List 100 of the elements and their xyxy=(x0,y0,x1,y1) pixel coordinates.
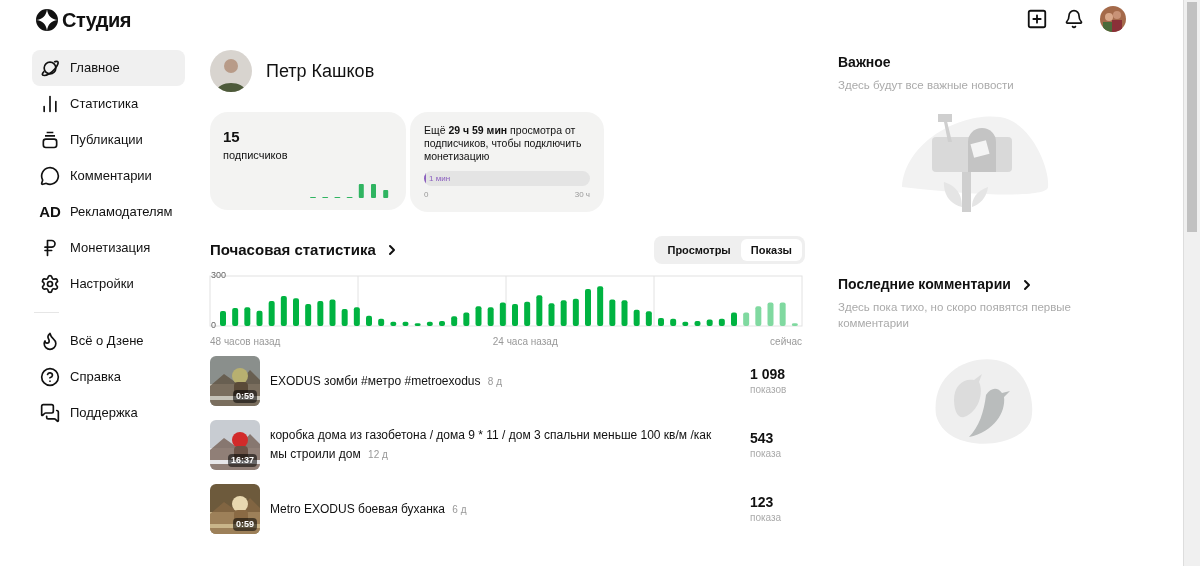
impressions-count: 1 098 xyxy=(750,365,787,382)
logo-icon xyxy=(36,9,58,31)
chart-bar xyxy=(621,300,628,326)
chart-bar xyxy=(755,306,762,326)
chart-bar xyxy=(512,304,518,326)
chart-bar xyxy=(451,316,458,326)
impressions-count: 543 xyxy=(750,429,775,446)
planet-icon xyxy=(40,58,60,78)
axis-label: 24 часа назад xyxy=(492,335,558,349)
chart-bar xyxy=(585,289,591,326)
segment-tab[interactable]: Просмотры xyxy=(657,239,741,261)
chart-bar xyxy=(767,302,774,326)
chart-bar xyxy=(572,298,579,326)
chart-bar xyxy=(548,303,555,326)
sidebar-item[interactable]: AD Рекламодателям xyxy=(32,194,185,230)
subscriber-count: 15 xyxy=(223,127,241,147)
sidebar-item[interactable]: Главное xyxy=(32,50,185,86)
chart-bar xyxy=(268,301,275,326)
impressions-label: показа xyxy=(750,446,783,461)
bell-icon xyxy=(1064,9,1084,29)
monetization-text: Ещё 29 ч 59 мин просмотра от подписчиков, чтобы подключить монетизацию xyxy=(424,124,583,163)
chart-bar xyxy=(220,311,226,326)
chart-bar xyxy=(791,323,798,326)
video-thumbnail[interactable]: 16:37 xyxy=(210,420,260,470)
chart-bar xyxy=(244,307,251,326)
chart-bar xyxy=(305,304,312,326)
section-hint: Здесь пока тихо, но скоро появятся первые комментарии xyxy=(838,300,1072,332)
axis-label: 300 xyxy=(211,270,227,281)
chart-bar xyxy=(536,295,543,326)
chart-bar xyxy=(475,306,482,326)
profile-name: Петр Кашков xyxy=(266,59,375,83)
logo-text: Студия xyxy=(62,8,132,33)
segment-tab[interactable]: Показы xyxy=(740,239,802,261)
chart-bar xyxy=(317,301,324,326)
chart-bar xyxy=(499,302,506,326)
impressions-label: показа xyxy=(750,510,783,525)
notifications-button[interactable] xyxy=(1064,9,1084,29)
chart-bar xyxy=(597,286,604,326)
sidebar-item[interactable]: Статистика xyxy=(32,86,185,122)
add-button[interactable] xyxy=(1026,8,1048,30)
sidebar-item[interactable]: Публикации xyxy=(32,122,185,158)
section-link[interactable]: Последние комментарии xyxy=(838,274,1035,296)
video-duration: 0:59 xyxy=(233,517,257,531)
chart-bar xyxy=(706,319,713,326)
sidebar-item[interactable]: Комментарии xyxy=(32,158,185,194)
video-thumbnail[interactable]: 0:59 xyxy=(210,356,260,406)
chart-bar xyxy=(439,321,445,326)
chat-bubbles-icon xyxy=(40,403,60,423)
chart-bar xyxy=(366,315,372,326)
chart-bar xyxy=(402,321,409,326)
help-icon xyxy=(40,367,60,387)
chart-bar xyxy=(426,321,433,326)
chart-bar xyxy=(658,318,664,326)
chart-bar xyxy=(731,312,737,326)
bar-chart-icon xyxy=(40,94,60,114)
impressions-count: 123 xyxy=(750,493,775,510)
chart-bar xyxy=(609,299,616,326)
axis-label: 0 xyxy=(211,320,216,331)
chart-bar xyxy=(293,298,299,326)
plus-icon xyxy=(1026,8,1048,30)
chart-bar xyxy=(378,318,385,326)
section-link[interactable]: Почасовая статистика xyxy=(210,238,400,262)
ad-icon: AD xyxy=(39,202,61,222)
chart-bar xyxy=(670,318,677,326)
chart-bar xyxy=(232,308,239,326)
chart-bar xyxy=(353,307,360,326)
chart-bar xyxy=(524,301,531,326)
video-thumbnail[interactable]: 0:59 xyxy=(210,484,260,534)
speech-bubble-icon xyxy=(40,166,60,186)
publication-title[interactable]: Metro EXODUS боевая буханка 6 д xyxy=(270,499,730,519)
publication-title[interactable]: EXODUS зомби #метро #metroexodus 8 д xyxy=(270,371,730,391)
chart-bar xyxy=(390,321,397,326)
chart-bar xyxy=(341,309,348,326)
chart-bar xyxy=(694,321,701,326)
settings-icon xyxy=(40,274,60,294)
chart-bar xyxy=(463,312,470,326)
progress-max: 30 ч xyxy=(574,189,590,201)
axis-label: 48 часов назад xyxy=(210,335,281,349)
axis-label: сейчас xyxy=(770,335,802,349)
progress-min: 0 xyxy=(424,189,429,201)
video-duration: 0:59 xyxy=(233,389,257,403)
impressions-label: показов xyxy=(750,382,788,397)
subscriber-label: подписчиков xyxy=(223,148,289,163)
chart-bar xyxy=(633,309,640,326)
section-hint: Здесь будут все важные новости xyxy=(838,78,1015,93)
chart-bar xyxy=(779,302,786,326)
chart-bar xyxy=(256,310,263,326)
sidebar-item[interactable]: Монетизация xyxy=(32,230,185,266)
sidebar-item[interactable]: Справка xyxy=(32,359,185,395)
sidebar-item[interactable]: Поддержка xyxy=(32,395,185,431)
flame-icon xyxy=(40,331,60,351)
sidebar-item[interactable]: Всё о Дзене xyxy=(32,323,185,359)
chart-bar xyxy=(682,321,689,326)
publication-title[interactable]: коробка дома из газобетона / дома 9 * 11 / дом 3 спальни меньше 100 кв/м /как мы строили дом 12 д xyxy=(270,426,730,464)
sidebar-item[interactable]: Настройки xyxy=(32,266,185,302)
video-duration: 16:37 xyxy=(227,453,257,467)
section-title: Важное xyxy=(838,53,892,72)
chart-bar xyxy=(718,318,725,326)
chart-bar xyxy=(414,323,421,326)
chart-bar xyxy=(560,300,567,326)
